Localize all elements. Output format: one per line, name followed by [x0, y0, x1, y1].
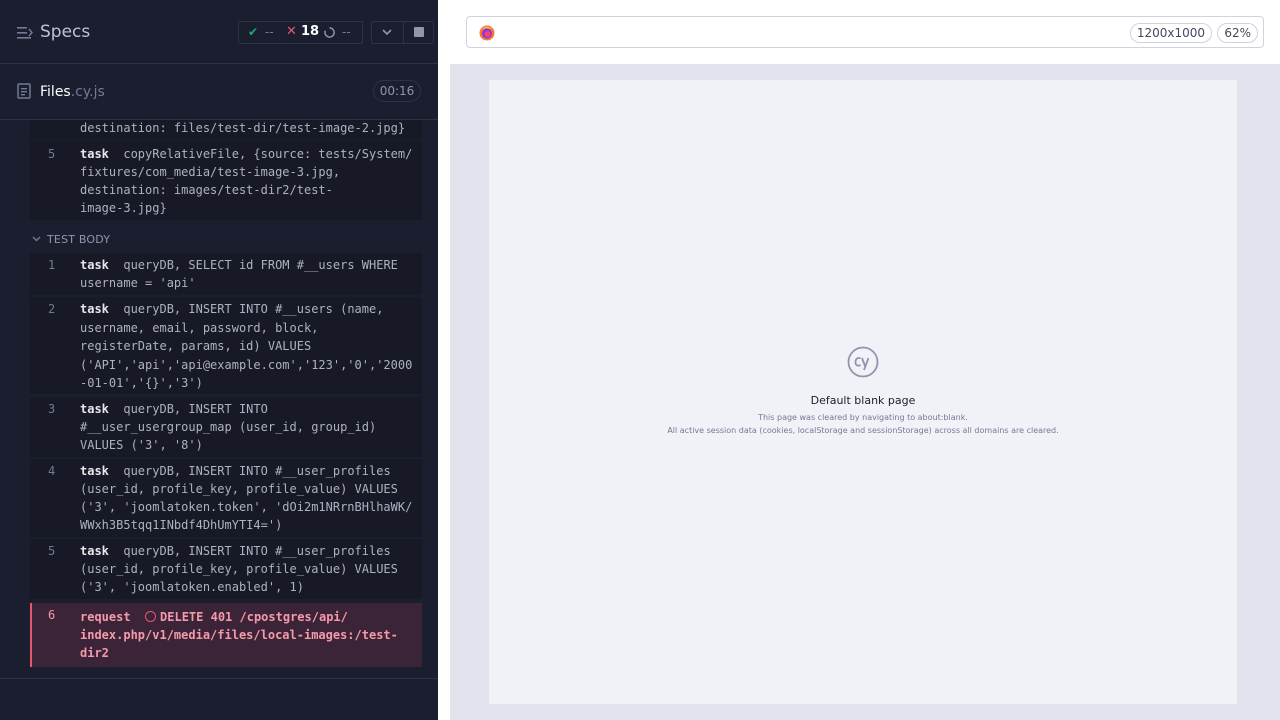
- command-name: task: [80, 258, 109, 272]
- test-body-header[interactable]: TEST BODY: [30, 228, 422, 252]
- stats-box: ✔ -- ✕ 18 --: [238, 21, 363, 44]
- command-row[interactable]: destination: files/test-dir/test-image-2…: [30, 120, 422, 140]
- reporter-footer: [0, 678, 438, 720]
- command-row[interactable]: 4 task queryDB, INSERT INTO #__user_prof…: [30, 459, 422, 537]
- command-text: destination: files/test-dir/test-image-2…: [80, 121, 406, 135]
- run-controls: [371, 21, 434, 44]
- command-name: request: [80, 610, 131, 624]
- spec-file-name[interactable]: Files.cy.js: [40, 84, 105, 100]
- command-name: task: [80, 544, 109, 558]
- stop-icon: [414, 27, 424, 37]
- blank-page-description: This page was cleared by navigating to a…: [758, 413, 968, 422]
- command-content: task queryDB, INSERT INTO #__users (name…: [80, 300, 416, 393]
- command-name: task: [80, 464, 109, 478]
- command-text: queryDB, INSERT INTO #__user_profiles (u…: [80, 544, 398, 594]
- specs-menu-icon[interactable]: [17, 26, 33, 40]
- reporter-panel: Specs ✔ -- ✕ 18 -- Files.cy.js 00:16 des…: [0, 0, 438, 720]
- zoom-level-badge[interactable]: 62%: [1217, 23, 1258, 43]
- command-name: task: [80, 147, 109, 161]
- spec-file-ext: .cy.js: [70, 84, 105, 100]
- command-content: task queryDB, INSERT INTO #__user_profil…: [80, 462, 416, 534]
- expand-button[interactable]: [372, 22, 403, 43]
- command-number: 4: [48, 464, 56, 478]
- command-text: queryDB, INSERT INTO #__user_usergroup_m…: [80, 402, 377, 452]
- command-number: 3: [48, 402, 56, 416]
- command-name: task: [80, 402, 109, 416]
- file-header: Files.cy.js 00:16: [0, 65, 438, 120]
- command-text: queryDB, SELECT id FROM #__users WHERE u…: [80, 258, 398, 290]
- command-number: 5: [48, 147, 56, 161]
- blank-page-title: Default blank page: [810, 394, 916, 407]
- failed-circle-icon: [145, 611, 157, 622]
- command-text: queryDB, INSERT INTO #__users (name, use…: [80, 302, 413, 390]
- command-row[interactable]: 5 task copyRelativeFile, {source: tests/…: [30, 141, 422, 220]
- command-number: 5: [48, 544, 56, 558]
- command-content: request DELETE 401 /cpostgres/api/ index…: [80, 608, 416, 662]
- command-text: copyRelativeFile, {source: tests/System/…: [80, 147, 413, 215]
- chevron-down-icon: [382, 29, 392, 36]
- check-icon: ✔: [248, 25, 259, 39]
- passed-count: --: [265, 25, 274, 39]
- specs-header: Specs ✔ -- ✕ 18 --: [0, 0, 438, 64]
- command-content: task queryDB, INSERT INTO #__user_usergr…: [80, 400, 416, 454]
- command-text: queryDB, INSERT INTO #__user_profiles (u…: [80, 464, 413, 532]
- x-icon: ✕: [286, 24, 297, 39]
- failed-count: 18: [301, 24, 320, 39]
- command-name: task: [80, 302, 109, 316]
- duration-badge: 00:16: [373, 80, 421, 102]
- command-content: task copyRelativeFile, {source: tests/Sy…: [80, 145, 416, 217]
- firefox-icon: [479, 25, 495, 41]
- command-row-failed[interactable]: 6 request DELETE 401 /cpostgres/api/ ind…: [30, 603, 422, 667]
- command-row[interactable]: 1 task queryDB, SELECT id FROM #__users …: [30, 253, 422, 295]
- command-row[interactable]: 2 task queryDB, INSERT INTO #__users (na…: [30, 297, 422, 394]
- app-under-test: 1200x1000 62% Default blank page This pa…: [438, 0, 1280, 720]
- specs-title[interactable]: Specs: [40, 22, 90, 42]
- cy-logo-icon: [847, 346, 879, 378]
- blank-page: Default blank page This page was cleared…: [489, 80, 1237, 704]
- command-content: task queryDB, INSERT INTO #__user_profil…: [80, 542, 416, 596]
- chevron-down-icon: [32, 236, 41, 242]
- command-number: 6: [48, 608, 56, 622]
- test-body-label: TEST BODY: [47, 233, 111, 246]
- command-row[interactable]: 5 task queryDB, INSERT INTO #__user_prof…: [30, 539, 422, 599]
- viewport-size-badge[interactable]: 1200x1000: [1129, 23, 1212, 43]
- file-icon: [17, 83, 31, 99]
- spinner-icon: [324, 27, 335, 38]
- url-bar[interactable]: 1200x1000 62%: [466, 16, 1264, 48]
- aut-canvas: Default blank page This page was cleared…: [450, 64, 1280, 720]
- command-row[interactable]: 3 task queryDB, INSERT INTO #__user_user…: [30, 397, 422, 457]
- blank-page-description: All active session data (cookies, localS…: [667, 426, 1059, 435]
- command-number: 1: [48, 258, 56, 272]
- stop-button[interactable]: [404, 22, 434, 43]
- pending-count: --: [342, 25, 351, 39]
- command-number: 2: [48, 302, 56, 316]
- command-log[interactable]: destination: files/test-dir/test-image-2…: [0, 120, 438, 678]
- spec-file-base: Files: [40, 84, 71, 100]
- command-content: task queryDB, SELECT id FROM #__users WH…: [80, 256, 416, 292]
